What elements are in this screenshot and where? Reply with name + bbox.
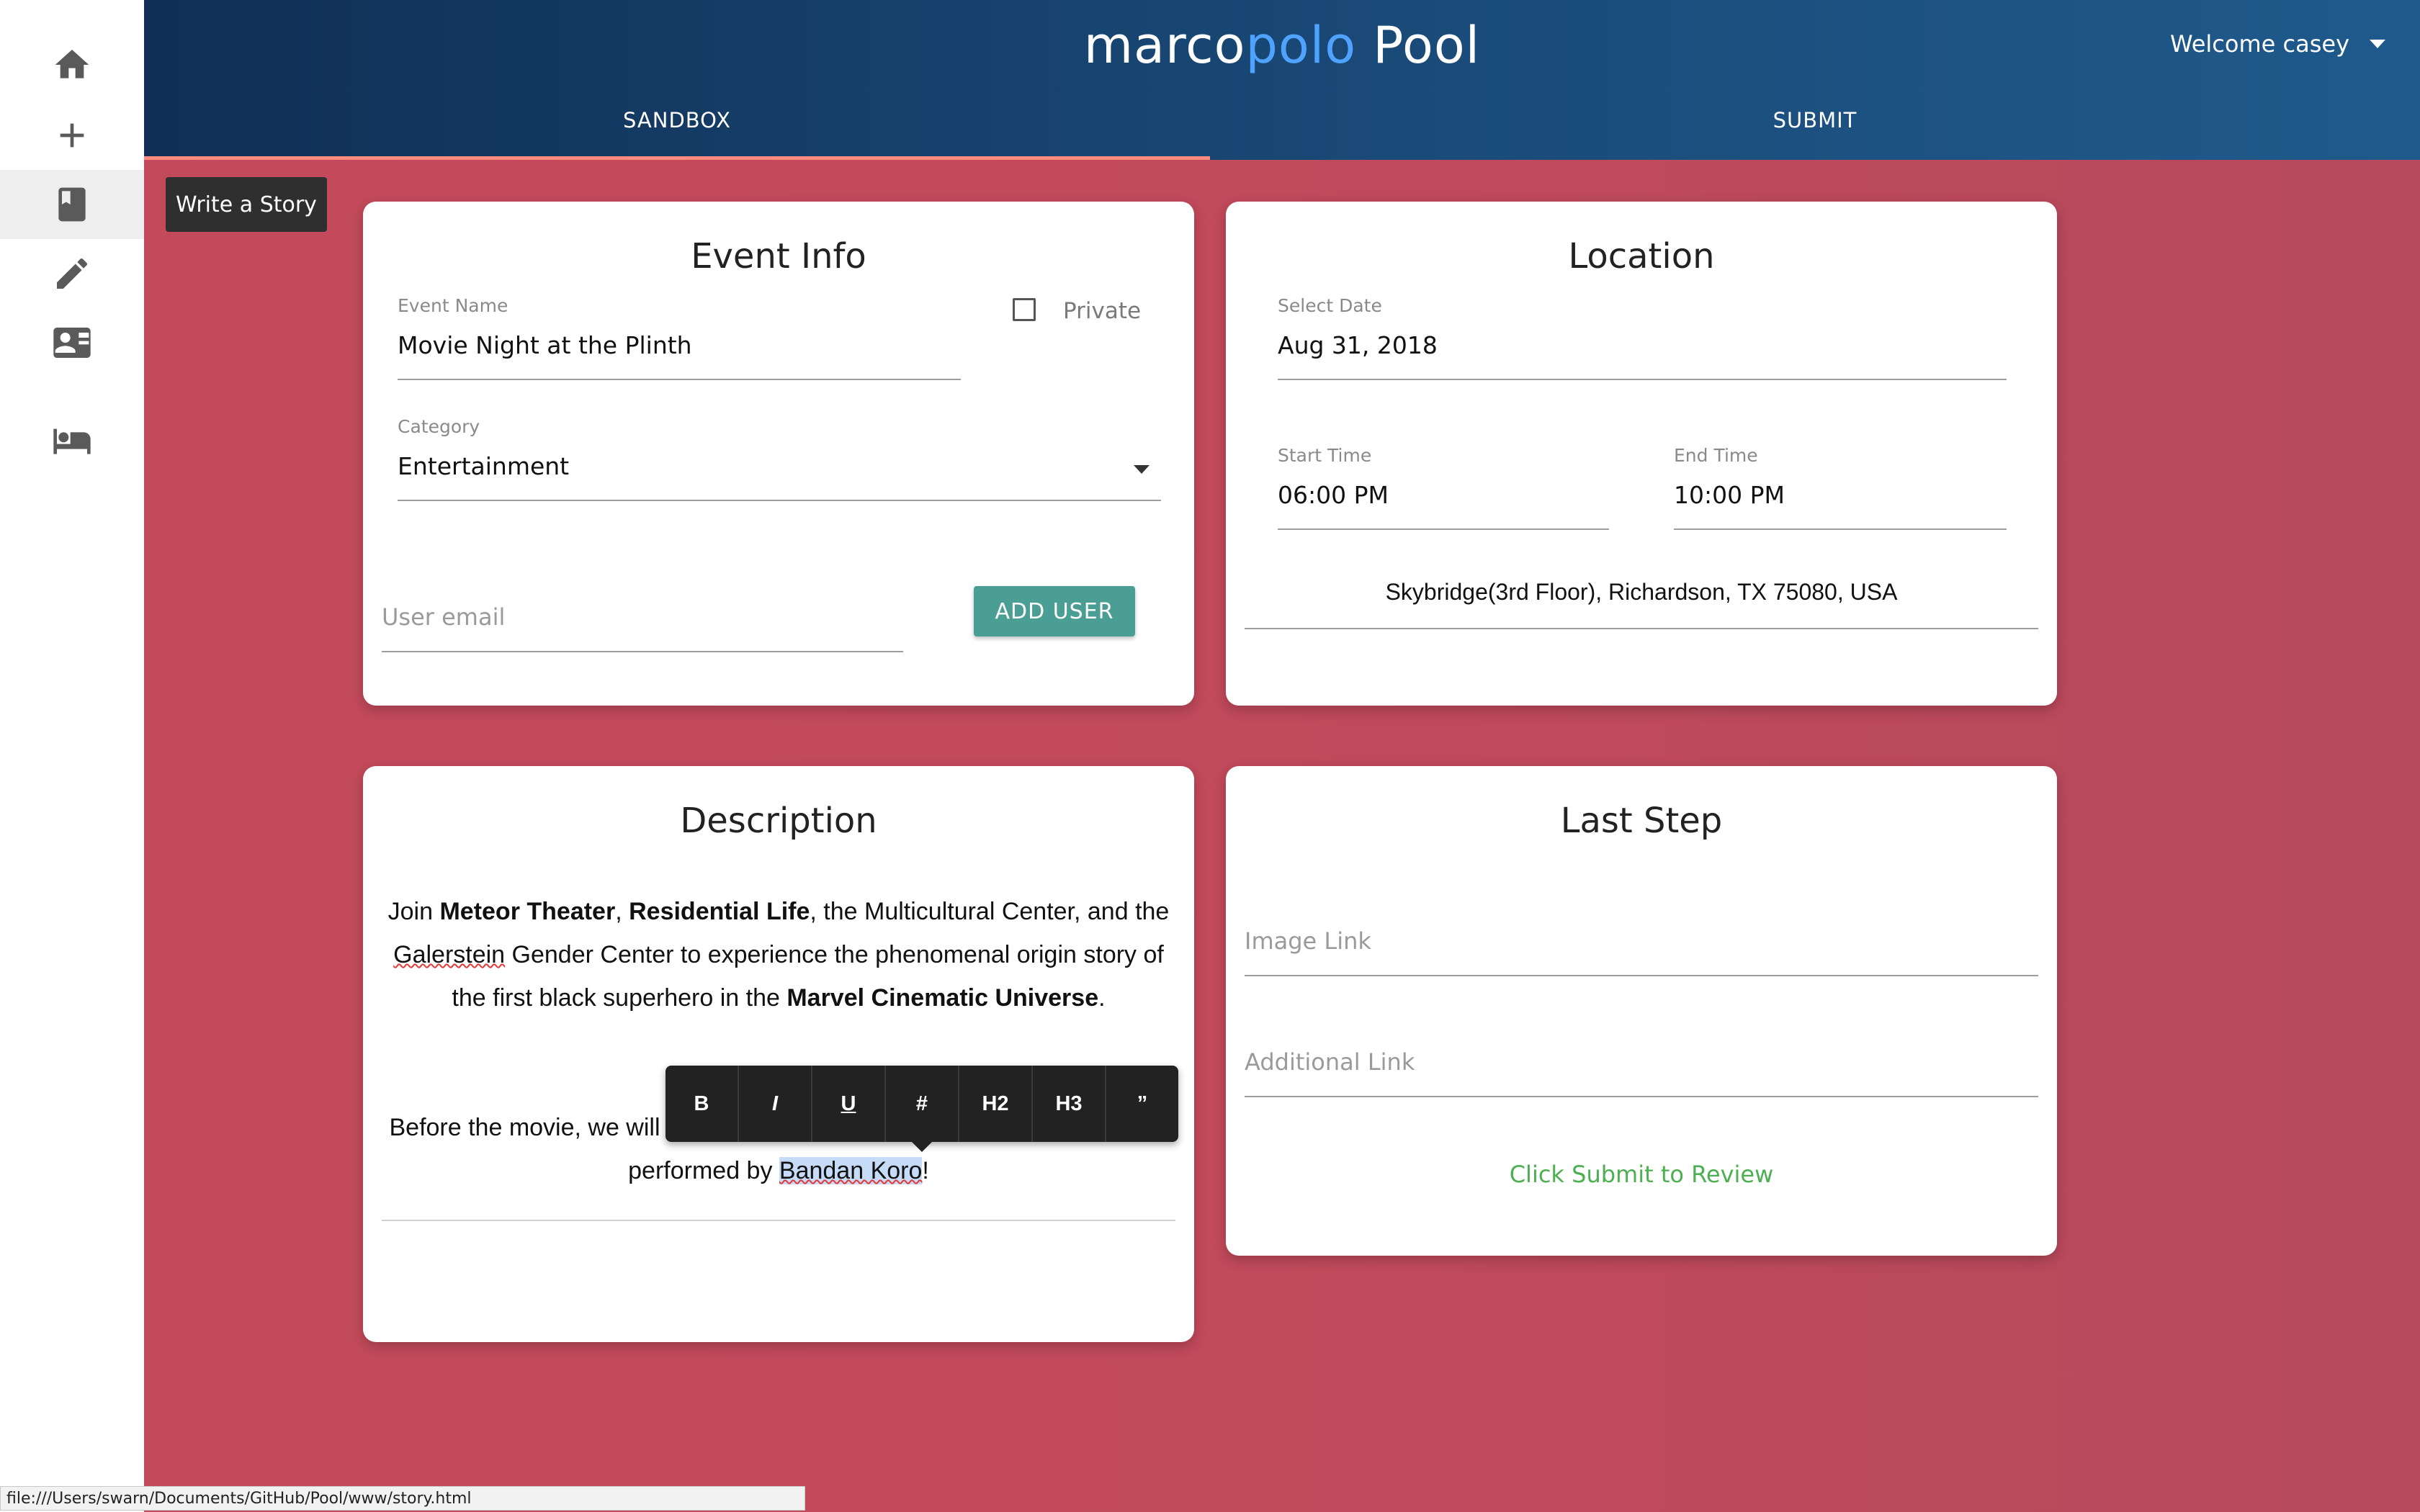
plus-icon — [60, 123, 84, 148]
start-time-underline — [1278, 528, 1609, 530]
heading-button[interactable]: # — [886, 1066, 959, 1142]
card-title: Last Step — [1560, 801, 1723, 841]
card-title: Event Info — [691, 236, 866, 276]
quote-button[interactable]: ” — [1106, 1066, 1178, 1142]
sidebar — [0, 0, 144, 1512]
bold-button[interactable]: B — [666, 1066, 739, 1142]
tab-sandbox[interactable]: SANDBOX — [144, 108, 1210, 160]
submit-note: Click Submit to Review — [1509, 1161, 1774, 1188]
user-email-input[interactable]: User email — [382, 603, 505, 631]
event-info-card: Event Info Event Name Movie Night at the… — [363, 202, 1194, 706]
description-paragraph-1[interactable]: Join Meteor Theater, Residential Life, t… — [385, 890, 1173, 1020]
address-underline — [1245, 628, 2038, 629]
welcome-text: Welcome casey — [2169, 30, 2349, 58]
contact-card-icon — [53, 328, 91, 358]
location-card: Location Select Date Aug 31, 2018 Start … — [1226, 202, 2057, 706]
image-link-underline — [1245, 975, 2038, 976]
start-time-input[interactable]: 06:00 PM — [1278, 481, 1389, 509]
start-time-label: Start Time — [1278, 445, 1372, 466]
address-input[interactable]: Skybridge(3rd Floor), Richardson, TX 750… — [1245, 579, 2038, 606]
description-underline — [382, 1220, 1175, 1221]
app-header: marcopolo Pool Welcome casey SANDBOX SUB… — [144, 0, 2420, 160]
underline-button[interactable]: U — [812, 1066, 886, 1142]
bed-icon — [53, 428, 91, 454]
sidebar-item-lodging[interactable] — [0, 406, 144, 475]
additional-link-underline — [1245, 1096, 2038, 1097]
sidebar-tooltip: Write a Story — [166, 177, 327, 232]
category-label: Category — [398, 416, 480, 437]
end-time-label: End Time — [1674, 445, 1758, 466]
event-name-label: Event Name — [398, 295, 508, 316]
book-icon — [58, 187, 86, 222]
sidebar-item-write-story[interactable] — [0, 170, 144, 239]
event-name-underline — [398, 379, 961, 380]
formatting-toolbar: B I U # H2 H3 ” — [666, 1066, 1178, 1142]
sidebar-item-home[interactable] — [0, 30, 144, 99]
h3-button[interactable]: H3 — [1033, 1066, 1106, 1142]
date-input[interactable]: Aug 31, 2018 — [1278, 331, 1438, 359]
event-name-input[interactable]: Movie Night at the Plinth — [398, 331, 692, 359]
user-menu[interactable]: Welcome casey — [2170, 30, 2385, 58]
chevron-down-icon — [2370, 40, 2385, 48]
description-card: Description Join Meteor Theater, Residen… — [363, 766, 1194, 1342]
sidebar-item-edit[interactable] — [0, 239, 144, 308]
date-label: Select Date — [1278, 295, 1382, 316]
card-title: Description — [680, 801, 877, 841]
brand-logo[interactable]: marcopolo Pool — [144, 16, 2420, 75]
italic-button[interactable]: I — [739, 1066, 812, 1142]
spellcheck-word: Galerstein — [393, 941, 506, 968]
sidebar-item-add[interactable] — [0, 101, 144, 170]
category-underline — [398, 500, 1161, 501]
browser-status-bar: file:///Users/swarn/Documents/GitHub/Poo… — [0, 1486, 805, 1511]
h2-button[interactable]: H2 — [959, 1066, 1033, 1142]
tab-submit[interactable]: SUBMIT — [1210, 108, 2420, 160]
toolbar-pointer — [910, 1140, 933, 1152]
date-underline — [1278, 379, 2007, 380]
category-select[interactable]: Entertainment — [398, 452, 569, 480]
end-time-underline — [1674, 528, 2007, 530]
selected-text: Bandan Koro — [779, 1157, 923, 1184]
additional-link-input[interactable]: Additional Link — [1245, 1048, 1415, 1076]
chevron-down-icon[interactable] — [1134, 465, 1150, 474]
pencil-icon — [57, 258, 88, 289]
sidebar-item-contacts[interactable] — [0, 308, 144, 377]
user-email-underline — [382, 651, 903, 652]
last-step-card: Last Step Image Link Additional Link Cli… — [1226, 766, 2057, 1256]
home-icon — [55, 50, 89, 78]
end-time-input[interactable]: 10:00 PM — [1674, 481, 1785, 509]
card-title: Location — [1568, 236, 1715, 276]
private-checkbox[interactable] — [1013, 298, 1036, 321]
private-label: Private — [1063, 298, 1142, 324]
image-link-input[interactable]: Image Link — [1245, 927, 1371, 955]
add-user-button[interactable]: ADD USER — [974, 586, 1135, 636]
